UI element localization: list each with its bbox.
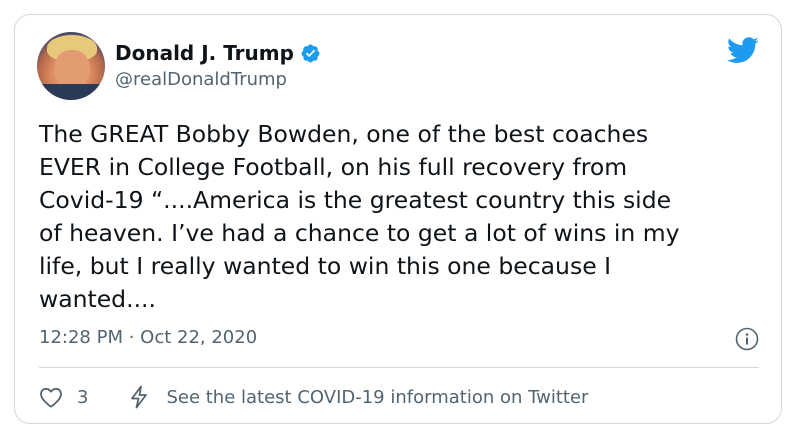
covid-info-link[interactable]: See the latest COVID-19 information on T… <box>128 385 588 409</box>
tweet-actions: 3 See the latest COVID-19 information on… <box>39 385 588 409</box>
author-handle[interactable]: @realDonaldTrump <box>115 69 287 90</box>
divider <box>39 367 759 368</box>
author-name-row[interactable]: Donald J. Trump <box>115 41 321 65</box>
tweet-card[interactable]: Donald J. Trump @realDonaldTrump The GRE… <box>14 14 782 424</box>
verified-badge-icon <box>301 44 320 62</box>
covid-link-text[interactable]: See the latest COVID-19 information on T… <box>166 387 588 408</box>
lightning-icon <box>131 385 148 409</box>
avatar-suit <box>37 84 105 100</box>
twitter-bird-icon[interactable] <box>727 37 759 64</box>
author-name[interactable]: Donald J. Trump <box>115 41 294 65</box>
avatar[interactable] <box>37 32 105 100</box>
heart-icon <box>40 387 62 408</box>
tweet-text: The GREAT Bobby Bowden, one of the best … <box>39 120 680 313</box>
like-count: 3 <box>77 386 89 408</box>
tweet-timestamp[interactable]: 12:28 PM · Oct 22, 2020 <box>39 327 257 348</box>
like-button[interactable]: 3 <box>39 386 88 408</box>
info-icon[interactable] <box>735 327 759 351</box>
